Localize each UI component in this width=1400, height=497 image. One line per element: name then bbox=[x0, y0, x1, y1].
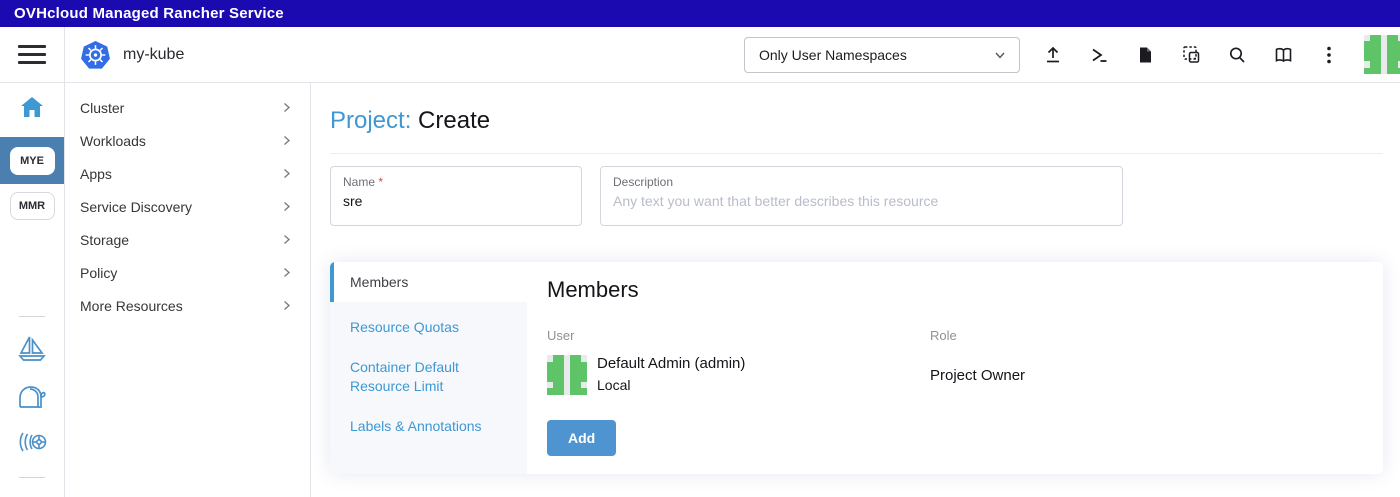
nav-item-workloads[interactable]: Workloads bbox=[64, 124, 310, 157]
home-icon[interactable] bbox=[19, 95, 45, 121]
namespace-filter-value: Only User Namespaces bbox=[759, 47, 907, 63]
nav-item-more-resources[interactable]: More Resources bbox=[64, 289, 310, 322]
sailboat-icon[interactable] bbox=[16, 333, 48, 365]
name-input[interactable] bbox=[343, 193, 569, 209]
chevron-right-icon bbox=[281, 201, 292, 212]
rail-right-border bbox=[64, 27, 65, 497]
description-field-label: Description bbox=[613, 175, 1110, 189]
members-column-user: User bbox=[547, 328, 930, 343]
ovh-topbar-title: OVHcloud Managed Rancher Service bbox=[14, 5, 284, 22]
members-heading: Members bbox=[547, 277, 1363, 303]
namespace-filter-dropdown[interactable]: Only User Namespaces bbox=[744, 37, 1020, 73]
chevron-right-icon bbox=[281, 267, 292, 278]
rail-cluster-mye[interactable]: MYE bbox=[0, 137, 64, 184]
chevron-right-icon bbox=[281, 102, 292, 113]
nav-right-border bbox=[310, 83, 311, 497]
dome-icon[interactable] bbox=[16, 381, 48, 413]
rail-cluster-mmr[interactable]: MMR bbox=[10, 192, 55, 220]
name-field-label: Name * bbox=[343, 175, 569, 189]
member-role: Project Owner bbox=[930, 367, 1363, 384]
app-window: OVHcloud Managed Rancher Service my-kube… bbox=[0, 0, 1400, 497]
add-member-button[interactable]: Add bbox=[547, 420, 616, 456]
member-row: Default Admin (admin) Local Project Owne… bbox=[547, 355, 1363, 395]
chevron-right-icon bbox=[281, 234, 292, 245]
kebab-menu-icon[interactable] bbox=[1306, 35, 1352, 75]
upload-kubeconfig-icon[interactable] bbox=[1030, 35, 1076, 75]
nav-item-storage[interactable]: Storage bbox=[64, 223, 310, 256]
member-avatar bbox=[547, 355, 587, 395]
main-content: Project: Create Name * Description bbox=[310, 83, 1400, 497]
search-icon[interactable] bbox=[1214, 35, 1260, 75]
cluster-rail: MYE MMR bbox=[0, 83, 64, 497]
rail-divider bbox=[19, 477, 45, 478]
rail-cluster-mye-badge: MYE bbox=[10, 147, 55, 175]
description-field-container: Description bbox=[600, 166, 1123, 226]
project-config-panel: Members Resource Quotas Container Defaul… bbox=[330, 262, 1383, 474]
member-auth-provider: Local bbox=[597, 377, 745, 393]
app-header: my-kube Only User Namespaces bbox=[0, 27, 1400, 83]
chevron-right-icon bbox=[281, 300, 292, 311]
shell-spiral-icon[interactable] bbox=[15, 429, 49, 461]
tab-members[interactable]: Members bbox=[330, 262, 527, 302]
member-name: Default Admin (admin) bbox=[597, 355, 745, 372]
user-avatar[interactable] bbox=[1364, 35, 1400, 75]
nav-item-service-discovery[interactable]: Service Discovery bbox=[64, 190, 310, 223]
chevron-right-icon bbox=[281, 168, 292, 179]
panel-tabs: Members Resource Quotas Container Defaul… bbox=[330, 262, 527, 474]
side-nav: Cluster Workloads Apps Service Discovery… bbox=[64, 83, 310, 497]
description-input[interactable] bbox=[613, 193, 1110, 209]
kubernetes-logo-icon[interactable] bbox=[80, 40, 111, 70]
ovh-topbar: OVHcloud Managed Rancher Service bbox=[0, 0, 1400, 27]
members-panel: Members User Role Default Admin (admin) … bbox=[527, 262, 1383, 474]
page-title-prefix: Project: bbox=[330, 107, 411, 134]
rail-divider bbox=[19, 316, 45, 317]
nav-item-policy[interactable]: Policy bbox=[64, 256, 310, 289]
import-yaml-icon[interactable] bbox=[1168, 35, 1214, 75]
hamburger-menu-icon[interactable] bbox=[18, 45, 46, 64]
kubectl-shell-icon[interactable] bbox=[1076, 35, 1122, 75]
title-divider bbox=[330, 153, 1383, 154]
tab-resource-quotas[interactable]: Resource Quotas bbox=[350, 318, 513, 337]
tab-container-default-resource-limit[interactable]: Container Default Resource Limit bbox=[350, 358, 513, 396]
tab-labels-annotations[interactable]: Labels & Annotations bbox=[350, 417, 513, 436]
view-yaml-icon[interactable] bbox=[1122, 35, 1168, 75]
nav-item-cluster[interactable]: Cluster bbox=[64, 91, 310, 124]
cluster-name: my-kube bbox=[123, 46, 184, 64]
chevron-down-icon bbox=[993, 48, 1007, 62]
page-title: Project: Create bbox=[330, 107, 1383, 135]
required-asterisk: * bbox=[378, 175, 383, 189]
nav-item-apps[interactable]: Apps bbox=[64, 157, 310, 190]
members-column-role: Role bbox=[930, 328, 1363, 343]
page-title-value: Create bbox=[418, 107, 490, 134]
docs-book-icon[interactable] bbox=[1260, 35, 1306, 75]
chevron-right-icon bbox=[281, 135, 292, 146]
name-field-container: Name * bbox=[330, 166, 582, 226]
